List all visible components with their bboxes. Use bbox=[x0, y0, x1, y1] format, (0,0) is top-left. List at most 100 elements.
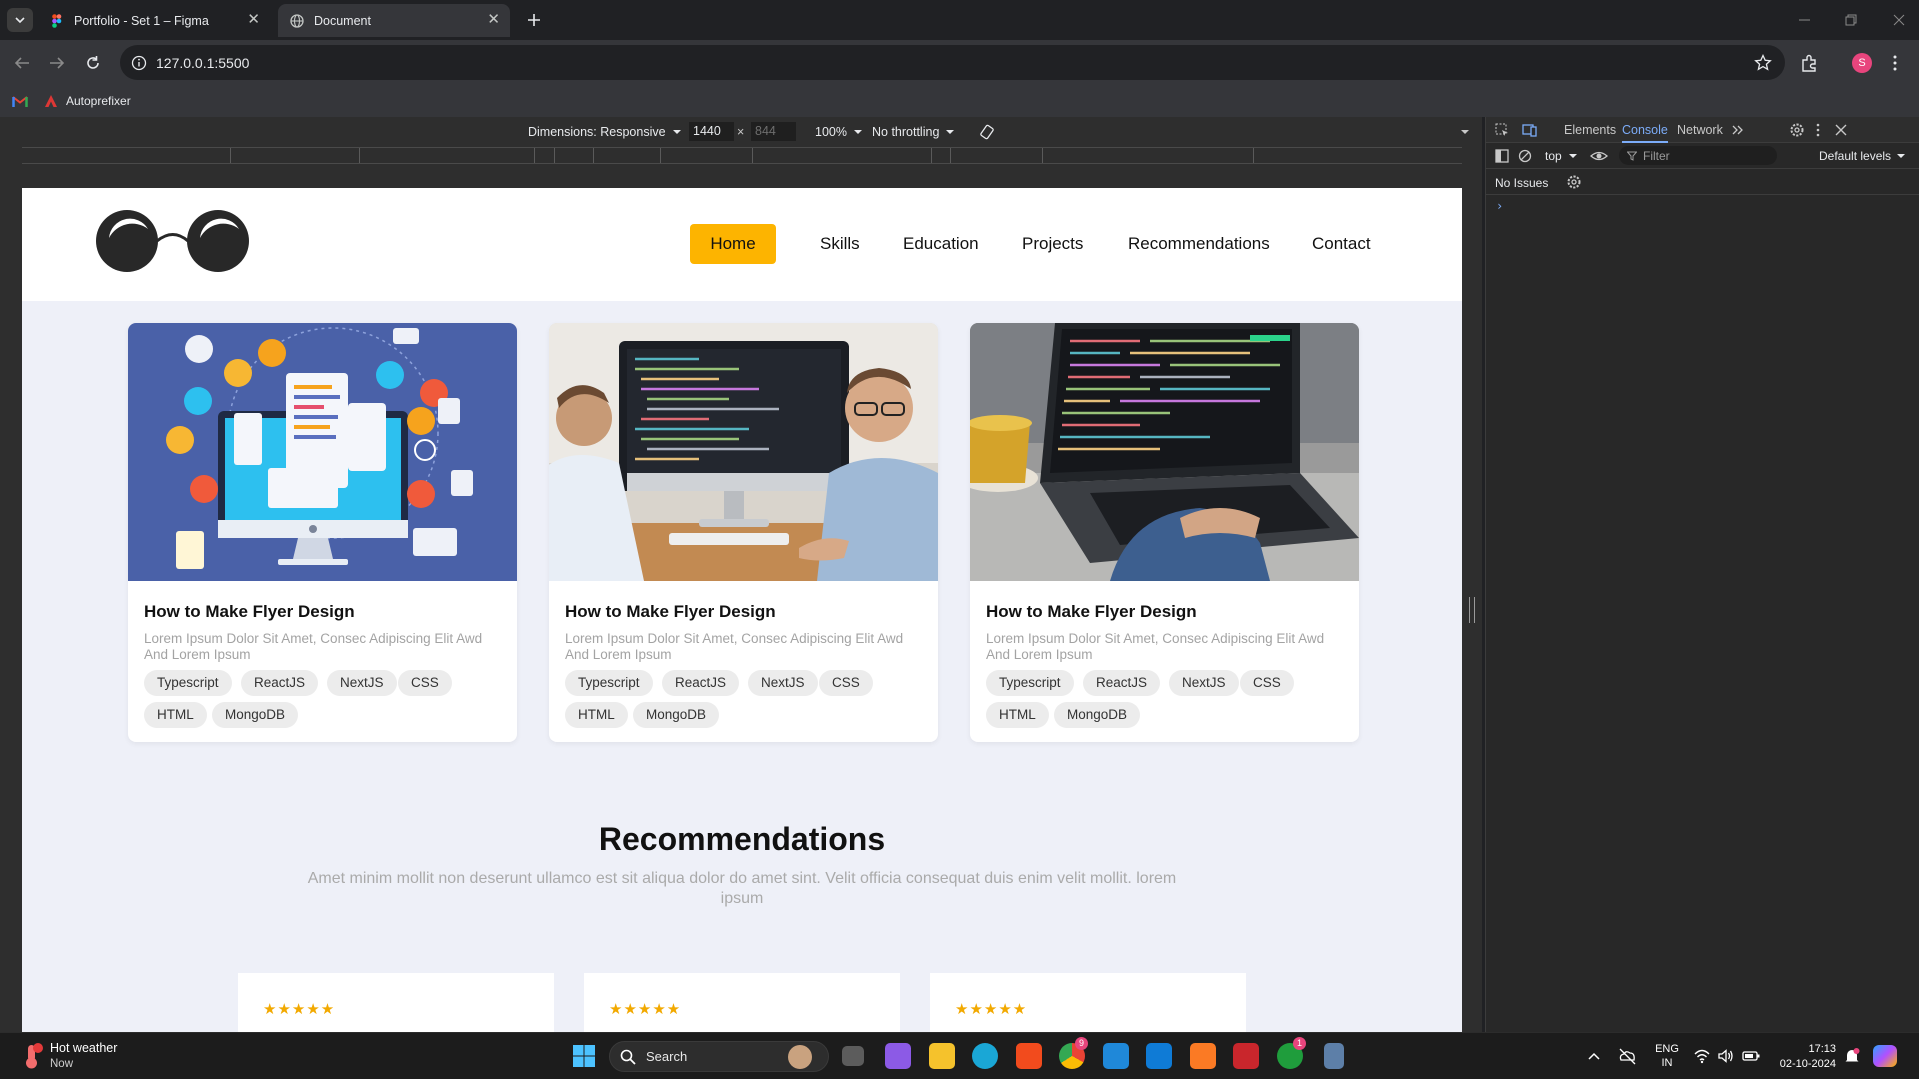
brave-icon[interactable] bbox=[1016, 1043, 1042, 1069]
glasses-logo-icon[interactable] bbox=[95, 208, 251, 274]
onedrive-offline-icon[interactable] bbox=[1617, 1047, 1637, 1065]
context-selector[interactable]: top bbox=[1545, 149, 1579, 163]
tag-chip: CSS bbox=[398, 670, 452, 696]
address-bar[interactable]: 127.0.0.1:5500 bbox=[120, 45, 1785, 80]
xampp-icon[interactable] bbox=[1190, 1043, 1216, 1069]
viewport-resize-handle[interactable] bbox=[1469, 597, 1475, 623]
copilot-icon[interactable] bbox=[1873, 1045, 1897, 1067]
window-minimize-button[interactable] bbox=[1796, 12, 1814, 28]
language-code: ENG bbox=[1655, 1043, 1679, 1055]
taskbar-search-box[interactable]: Search bbox=[609, 1041, 829, 1072]
extensions-icon[interactable] bbox=[1798, 52, 1820, 74]
tab-figma[interactable]: Portfolio - Set 1 – Figma ✕ bbox=[38, 4, 270, 37]
app-red-icon[interactable] bbox=[1233, 1043, 1259, 1069]
forward-arrow-icon[interactable] bbox=[46, 52, 68, 74]
nav-home[interactable]: Home bbox=[690, 224, 776, 264]
project-title: How to Make Flyer Design bbox=[986, 602, 1197, 621]
xbox-icon[interactable]: 1 bbox=[1277, 1037, 1306, 1069]
reload-icon[interactable] bbox=[82, 52, 104, 74]
profile-avatar[interactable]: S bbox=[1852, 53, 1872, 73]
weather-widget[interactable]: Hot weather Now bbox=[18, 1040, 158, 1074]
tab-elements[interactable]: Elements bbox=[1564, 123, 1616, 137]
task-view-icon[interactable] bbox=[842, 1046, 864, 1066]
edge-icon[interactable] bbox=[972, 1043, 998, 1069]
restore-icon bbox=[1845, 14, 1857, 26]
calculator-icon[interactable] bbox=[1324, 1043, 1344, 1069]
tag-chip: ReactJS bbox=[662, 670, 740, 696]
device-toolbar: Dimensions: Responsive 1440 × 844 100% N… bbox=[0, 117, 1482, 147]
volume-icon[interactable] bbox=[1717, 1047, 1735, 1065]
inspect-element-icon[interactable] bbox=[1494, 122, 1510, 138]
settings-gear-icon[interactable] bbox=[1566, 174, 1582, 190]
device-toolbar-menu-icon[interactable] bbox=[1459, 127, 1471, 137]
project-description: Lorem Ipsum Dolor Sit Amet, Consec Adipi… bbox=[986, 631, 1325, 662]
context-label: top bbox=[1545, 149, 1562, 163]
console-prompt[interactable]: › bbox=[1496, 199, 1906, 215]
dimensions-dropdown[interactable]: Dimensions: Responsive bbox=[528, 125, 683, 139]
more-vertical-icon[interactable] bbox=[1887, 52, 1903, 74]
close-icon[interactable]: ✕ bbox=[487, 12, 500, 27]
rotate-icon[interactable] bbox=[978, 123, 996, 141]
throttling-dropdown[interactable]: No throttling bbox=[872, 125, 956, 139]
tab-search-button[interactable] bbox=[7, 8, 33, 32]
chevron-up-icon[interactable] bbox=[1587, 1050, 1601, 1062]
sidebar-toggle-icon[interactable] bbox=[1494, 148, 1510, 164]
project-card[interactable]: How to Make Flyer Design Lorem Ipsum Dol… bbox=[128, 323, 517, 742]
notification-badge: 1 bbox=[1293, 1037, 1306, 1050]
site-info-icon[interactable] bbox=[130, 54, 148, 72]
screen-recorder-icon[interactable] bbox=[885, 1043, 911, 1069]
notification-bell-icon[interactable] bbox=[1843, 1047, 1861, 1065]
battery-icon[interactable] bbox=[1741, 1047, 1761, 1065]
close-icon[interactable]: ✕ bbox=[247, 12, 260, 27]
nav-recommendations[interactable]: Recommendations bbox=[1128, 224, 1270, 264]
project-photo-image bbox=[549, 323, 938, 581]
windows-start-icon[interactable] bbox=[572, 1044, 596, 1068]
console-filter-input[interactable]: Filter bbox=[1619, 146, 1777, 165]
dimensions-separator: × bbox=[737, 125, 745, 139]
wifi-icon[interactable] bbox=[1693, 1047, 1711, 1065]
device-toggle-icon[interactable] bbox=[1522, 122, 1538, 138]
bookmark-star-icon[interactable] bbox=[1753, 53, 1773, 73]
file-explorer-icon[interactable] bbox=[929, 1043, 955, 1069]
tag-chip: NextJS bbox=[1169, 670, 1239, 696]
window-restore-button[interactable] bbox=[1842, 12, 1860, 28]
zoom-dropdown[interactable]: 100% bbox=[815, 125, 864, 139]
tab-document[interactable]: Document ✕ bbox=[278, 4, 510, 37]
back-arrow-icon[interactable] bbox=[11, 52, 33, 74]
gmail-icon[interactable] bbox=[12, 95, 28, 108]
tab-network[interactable]: Network bbox=[1677, 123, 1723, 137]
chrome-icon[interactable]: 9 bbox=[1059, 1037, 1088, 1069]
close-icon[interactable] bbox=[1834, 123, 1848, 137]
star-rating: ★★★★★ bbox=[955, 1001, 1028, 1018]
project-card[interactable]: How to Make Flyer Design Lorem Ipsum Dol… bbox=[549, 323, 938, 742]
height-input[interactable]: 844 bbox=[751, 122, 796, 141]
tag-chip: HTML bbox=[565, 702, 628, 728]
width-input[interactable]: 1440 bbox=[689, 122, 734, 141]
caret-down-icon bbox=[946, 130, 955, 134]
new-tab-button[interactable] bbox=[522, 8, 546, 32]
nav-projects[interactable]: Projects bbox=[1022, 224, 1083, 264]
clock[interactable]: 17:13 02-10-2024 bbox=[1772, 1042, 1836, 1072]
log-levels-dropdown[interactable]: Default levels bbox=[1819, 149, 1907, 163]
nav-skills[interactable]: Skills bbox=[820, 224, 860, 264]
store-icon[interactable] bbox=[1146, 1043, 1172, 1069]
nav-contact[interactable]: Contact bbox=[1312, 224, 1371, 264]
tab-console[interactable]: Console bbox=[1622, 123, 1668, 143]
more-tabs-icon[interactable] bbox=[1731, 124, 1745, 136]
language-indicator[interactable]: ENG IN bbox=[1652, 1042, 1682, 1070]
filter-placeholder: Filter bbox=[1643, 148, 1670, 163]
search-label: Search bbox=[646, 1049, 688, 1064]
window-close-button[interactable] bbox=[1890, 12, 1908, 28]
star-rating: ★★★★★ bbox=[263, 1001, 336, 1018]
tag-chip: HTML bbox=[986, 702, 1049, 728]
nav-education[interactable]: Education bbox=[903, 224, 979, 264]
clear-console-icon[interactable] bbox=[1517, 148, 1533, 164]
bookmark-label: Autoprefixer bbox=[66, 94, 131, 108]
project-card[interactable]: How to Make Flyer Design Lorem Ipsum Dol… bbox=[970, 323, 1359, 742]
more-vertical-icon[interactable] bbox=[1813, 122, 1823, 138]
issues-bar: No Issues bbox=[1486, 169, 1919, 195]
settings-gear-icon[interactable] bbox=[1789, 122, 1805, 138]
bookmark-autoprefixer[interactable]: Autoprefixer bbox=[44, 94, 131, 108]
eye-icon[interactable] bbox=[1590, 148, 1608, 164]
vscode-icon[interactable] bbox=[1103, 1043, 1129, 1069]
